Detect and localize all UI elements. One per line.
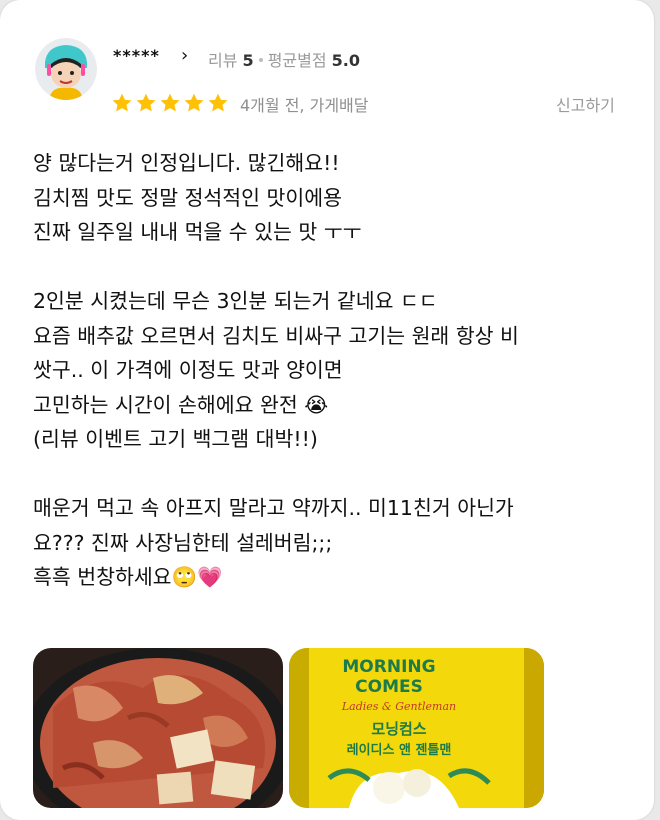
- review-line: 고민하는 시간이 손해에요 완전 😭: [33, 392, 329, 417]
- review-line: [33, 250, 633, 285]
- kimchi-jjim-image: [33, 648, 283, 808]
- morning-comes-packet-photo[interactable]: MORNING COMES Ladies & Gentleman 모닝컴스 레이…: [289, 648, 544, 808]
- review-count-label: 리뷰: [208, 51, 238, 70]
- star-icon: [112, 93, 132, 112]
- review-date-source: 4개월 전, 가게배달: [240, 96, 369, 115]
- brand-line2: COMES: [355, 677, 423, 697]
- separator-dot: [258, 58, 263, 62]
- star-icon: [208, 93, 228, 112]
- review-line: 진짜 일주일 내내 먹을 수 있는 맛 ㅜㅜ: [33, 220, 362, 244]
- star-rating: [111, 92, 229, 114]
- cartoon-avatar-icon: [35, 38, 97, 100]
- review-line: [33, 457, 633, 492]
- user-avatar[interactable]: [35, 38, 97, 100]
- star-icon: [184, 93, 204, 112]
- review-line: (리뷰 이벤트 고기 백그램 대박!!): [33, 427, 318, 451]
- brand-korean2: 레이디스 앤 젠틀맨: [347, 742, 452, 758]
- review-line: 2인분 시켰는데 무슨 3인분 되는거 같네요 ㄷㄷ: [33, 289, 438, 313]
- avg-rating-label: 평균별점: [267, 51, 327, 70]
- review-line: 흑흑 번창하세요🙄💗: [33, 565, 223, 589]
- report-button[interactable]: 신고하기: [556, 92, 615, 116]
- brand-sub: Ladies & Gentleman: [341, 700, 456, 713]
- morning-comes-packet-image: MORNING COMES Ladies & Gentleman 모닝컴스 레이…: [289, 648, 544, 808]
- avg-rating-value: 5.0: [331, 51, 361, 70]
- review-card: ***** › 리뷰 5 평균별점 5.0 4개월 전, 가게배달 신고하기 양 …: [0, 0, 654, 820]
- review-body: 양 많다는거 인정입니다. 많긴해요!! 김치찜 맛도 정말 정석적인 맛이에용…: [33, 146, 633, 595]
- review-line: 요즘 배추값 오르면서 김치도 비싸구 고기는 원래 항상 비: [33, 323, 519, 348]
- review-line: 김치찜 맛도 정말 정석적인 맛이에용: [33, 185, 342, 210]
- brand-line1: MORNING: [342, 657, 435, 677]
- review-line: 요??? 진짜 사장님한테 설레버림;;;: [33, 530, 333, 555]
- brand-korean: 모닝컴스: [371, 720, 426, 738]
- review-count-value: 5: [242, 51, 254, 70]
- chevron-right-icon[interactable]: ›: [181, 45, 188, 66]
- kimchi-jjim-photo[interactable]: [33, 648, 283, 808]
- reviewer-stats: 리뷰 5 평균별점 5.0: [208, 47, 360, 71]
- reviewer-name[interactable]: *****: [113, 46, 160, 65]
- review-line: 쌋구.. 이 가격에 이정도 맛과 양이면: [33, 358, 343, 382]
- star-icon: [160, 93, 180, 112]
- review-line: 매운거 먹고 속 아프지 말라고 약까지.. 미11친거 아닌가: [33, 496, 514, 520]
- star-icon: [136, 93, 156, 112]
- review-line: 양 많다는거 인정입니다. 많긴해요!!: [33, 151, 340, 175]
